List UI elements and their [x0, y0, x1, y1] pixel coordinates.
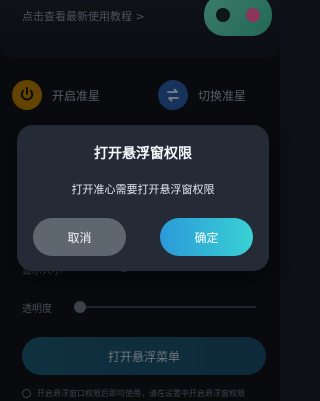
dialog-message: 打开准心需要打开悬浮窗权限	[71, 183, 215, 196]
cancel-button[interactable]: 取消	[33, 218, 126, 256]
dialog-title: 打开悬浮窗权限	[94, 146, 192, 162]
confirm-button[interactable]: 确定	[160, 218, 253, 256]
permission-dialog: 打开悬浮窗权限 打开准心需要打开悬浮窗权限 取消 确定	[17, 125, 269, 271]
